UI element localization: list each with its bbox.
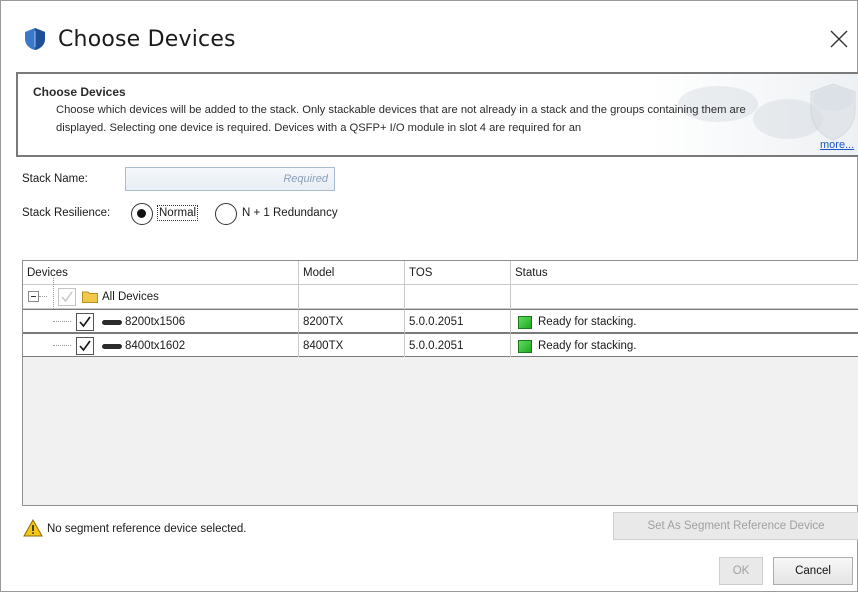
checkmark-icon [61,291,73,303]
device-model: 8200TX [299,309,405,333]
banner-description: Choose which devices will be added to th… [56,104,746,134]
ok-button[interactable]: OK [719,557,763,585]
table-row[interactable]: 8400tx1602 8400TX 5.0.0.2051 Ready for s… [23,333,858,357]
cancel-button[interactable]: Cancel [773,557,853,585]
stack-name-label: Stack Name: [22,173,88,185]
device-name: 8200tx1506 [125,316,186,328]
info-banner: Choose Devices Choose which devices will… [16,72,858,157]
checkmark-icon [79,316,91,328]
window-title: Choose Devices [58,27,236,52]
resilience-normal-label[interactable]: Normal [157,205,199,221]
device-status: Ready for stacking. [538,316,637,328]
choose-devices-dialog: Choose Devices Choose Devices Choose whi… [0,0,858,592]
switch-device-icon [102,344,122,349]
device-model: 8400TX [299,333,405,357]
table-row[interactable]: 8200tx1506 8200TX 5.0.0.2051 Ready for s… [23,309,858,333]
device-tos: 5.0.0.2051 [405,309,511,333]
switch-device-icon [102,320,122,325]
status-ready-icon [518,316,532,329]
checkmark-icon [79,340,91,352]
device-tos: 5.0.0.2051 [405,333,511,357]
table-row-group[interactable]: All Devices [23,285,858,309]
set-segment-reference-button[interactable]: Set As Segment Reference Device [613,512,858,540]
folder-icon [82,291,98,303]
close-icon [830,30,848,48]
column-header-model[interactable]: Model [299,261,405,285]
device-name: 8400tx1602 [125,340,186,352]
banner-title: Choose Devices [33,85,126,99]
resilience-n1-label[interactable]: N + 1 Redundancy [242,207,338,219]
resilience-normal-radio[interactable] [131,203,153,225]
more-link[interactable]: more... [820,139,854,151]
devices-table: Devices Model TOS Status All Devices 820… [22,260,858,506]
column-header-tos[interactable]: TOS [405,261,511,285]
status-ready-icon [518,340,532,353]
close-button[interactable] [825,25,853,53]
resilience-n1-radio[interactable] [215,203,237,225]
column-header-status[interactable]: Status [511,261,858,285]
device-status: Ready for stacking. [538,340,637,352]
stack-resilience-label: Stack Resilience: [22,207,111,219]
group-checkbox[interactable] [58,288,76,306]
warning-message: No segment reference device selected. [47,523,247,535]
table-header: Devices Model TOS Status [23,261,858,285]
shield-icon [25,28,45,50]
collapse-toggle[interactable] [28,291,39,302]
group-label: All Devices [102,291,159,303]
title-bar: Choose Devices [1,1,857,71]
row-checkbox[interactable] [76,313,94,331]
warning-icon [23,519,43,537]
row-checkbox[interactable] [76,337,94,355]
column-header-devices[interactable]: Devices [23,261,299,285]
stack-name-input[interactable] [125,167,335,191]
shield-watermark-icon [810,83,856,141]
